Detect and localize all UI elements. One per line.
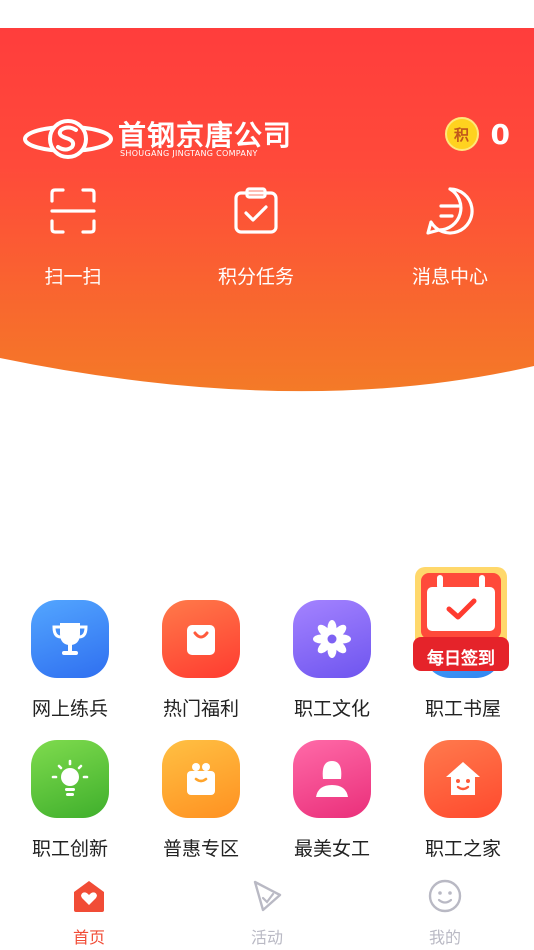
app-label: 职工之家 — [424, 838, 501, 860]
home-icon — [424, 740, 502, 818]
gift-icon — [162, 740, 240, 818]
app-label: 职工文化 — [293, 698, 370, 720]
daily-signin-badge[interactable]: 每日签到 — [411, 565, 511, 673]
message-center-label: 消息中心 — [411, 266, 488, 288]
app-best-female-worker[interactable]: 最美女工 — [272, 740, 392, 861]
app-hot-benefits[interactable]: 热门福利 — [141, 600, 261, 721]
scan-label: 扫一扫 — [44, 266, 102, 288]
app-label: 网上练兵 — [31, 698, 108, 720]
tab-activity-label: 活动 — [250, 928, 283, 947]
tab-mine-label: 我的 — [428, 928, 461, 947]
bottom-tab-bar: 首页 活动 我的 — [0, 872, 534, 950]
app-benefit-zone[interactable]: 普惠专区 — [141, 740, 261, 861]
app-label: 热门福利 — [162, 698, 239, 720]
activity-icon — [253, 880, 282, 912]
app-label: 职工书屋 — [424, 698, 501, 720]
message-center-button[interactable]: 消息中心 — [370, 186, 530, 289]
daily-signin-label: 每日签到 — [427, 649, 495, 669]
status-bar — [0, 0, 534, 28]
app-staff-culture[interactable]: 职工文化 — [272, 600, 392, 721]
scan-icon — [50, 188, 96, 234]
header-banner: 首钢京唐公司 SHOUGANG JINGTANG COMPANY 积 0 扫一扫 — [0, 28, 534, 400]
points-display[interactable]: 积 0 — [444, 117, 510, 151]
profile-smile-icon — [428, 879, 462, 913]
logo-emblem-icon — [23, 119, 113, 159]
app-online-training[interactable]: 网上练兵 — [10, 600, 130, 721]
message-icon — [426, 187, 474, 235]
tab-mine[interactable]: 我的 — [385, 878, 505, 948]
logo-subtext: SHOUGANG JINGTANG COMPANY — [120, 149, 258, 158]
app-staff-home[interactable]: 职工之家 — [403, 740, 523, 861]
app-label: 最美女工 — [293, 838, 370, 860]
trophy-icon — [31, 600, 109, 678]
app-staff-innovation[interactable]: 职工创新 — [10, 740, 130, 861]
app-label: 职工创新 — [31, 838, 108, 860]
company-logo: 首钢京唐公司 SHOUGANG JINGTANG COMPANY — [22, 114, 292, 164]
flower-icon — [293, 600, 371, 678]
home-heart-icon — [74, 881, 104, 912]
shopping-bag-icon — [162, 600, 240, 678]
lightbulb-icon — [31, 740, 109, 818]
scan-button[interactable]: 扫一扫 — [0, 186, 153, 289]
task-clipboard-icon — [234, 187, 278, 234]
points-coin-icon: 积 — [444, 117, 479, 151]
woman-icon — [293, 740, 371, 818]
points-value: 0 — [490, 117, 510, 151]
tab-home[interactable]: 首页 — [29, 878, 149, 948]
points-task-label: 积分任务 — [217, 266, 294, 288]
points-task-button[interactable]: 积分任务 — [176, 186, 336, 289]
tab-activity[interactable]: 活动 — [207, 878, 327, 948]
tab-home-label: 首页 — [72, 928, 105, 947]
logo-text: 首钢京唐公司 — [118, 119, 293, 152]
app-label: 普惠专区 — [162, 838, 239, 860]
